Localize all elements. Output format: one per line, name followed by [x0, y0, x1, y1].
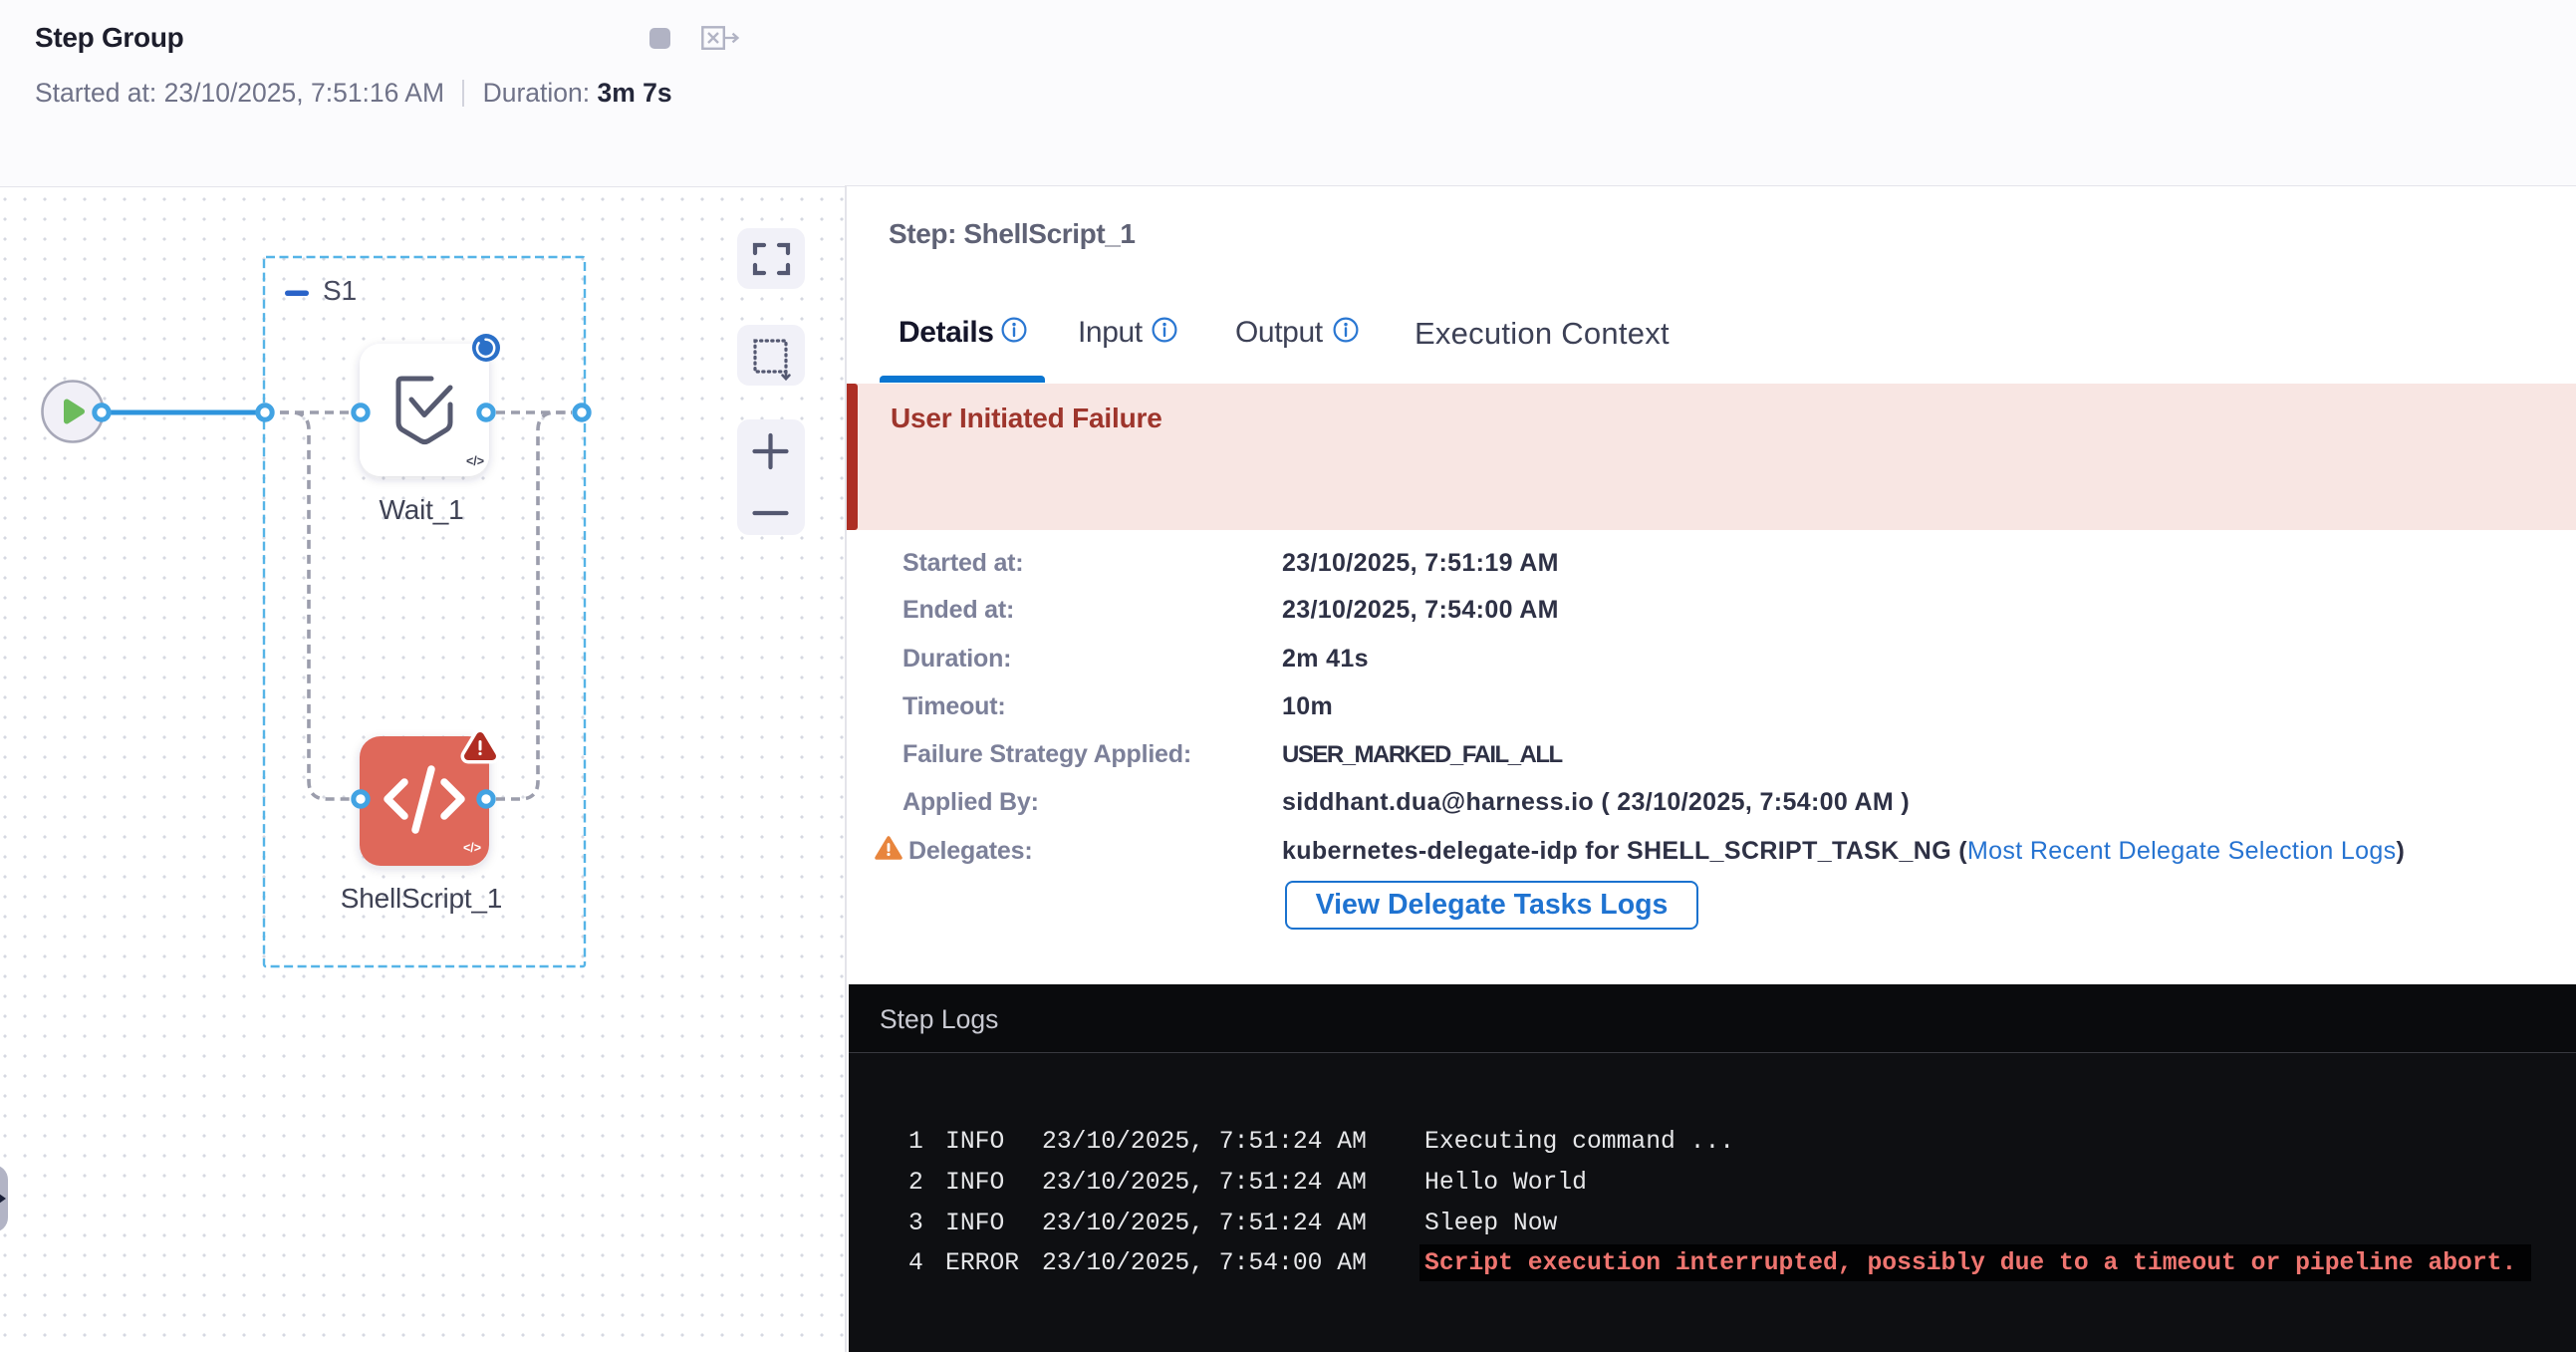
svg-text:</>: </> — [466, 454, 484, 468]
svg-text:</>: </> — [463, 841, 481, 855]
